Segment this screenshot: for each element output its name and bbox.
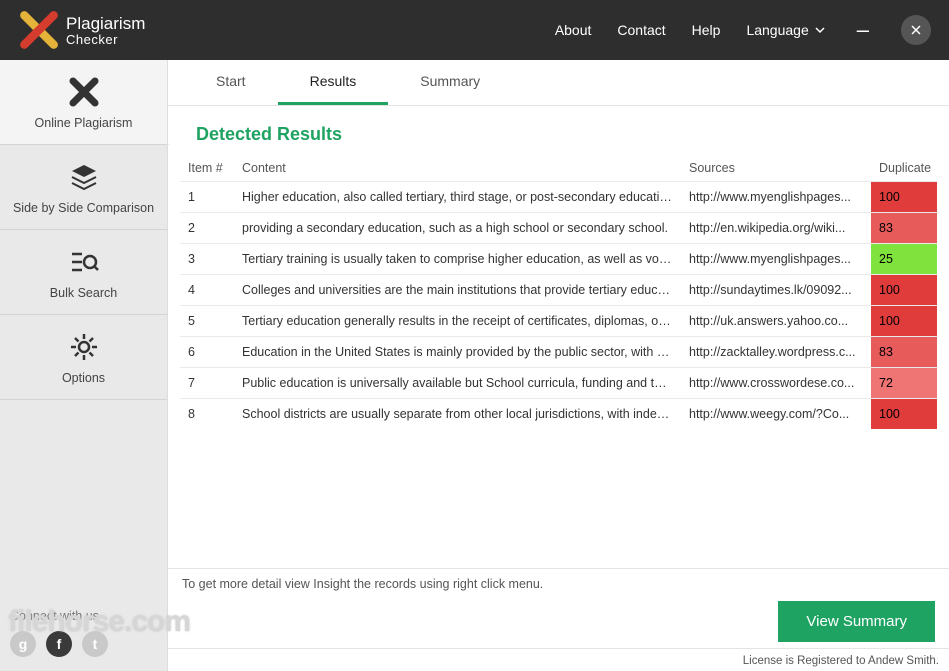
sidebar-item-label: Online Plagiarism bbox=[6, 116, 161, 130]
hint-text: To get more detail view Insight the reco… bbox=[168, 569, 949, 595]
table-row[interactable]: 2providing a secondary education, such a… bbox=[180, 213, 937, 244]
close-icon bbox=[910, 24, 922, 36]
table-row[interactable]: 5Tertiary education generally results in… bbox=[180, 306, 937, 337]
cell-item: 2 bbox=[180, 213, 234, 244]
cell-item: 3 bbox=[180, 244, 234, 275]
cell-duplicate: 25 bbox=[871, 244, 937, 275]
sidebar-item-side-by-side[interactable]: Side by Side Comparison bbox=[0, 145, 167, 230]
cell-item: 4 bbox=[180, 275, 234, 306]
sidebar-item-online-plagiarism[interactable]: Online Plagiarism bbox=[0, 60, 170, 145]
tab-results[interactable]: Results bbox=[278, 60, 389, 105]
cell-duplicate: 83 bbox=[871, 213, 937, 244]
cell-item: 1 bbox=[180, 182, 234, 213]
tab-summary[interactable]: Summary bbox=[388, 60, 512, 105]
section-title: Detected Results bbox=[168, 106, 949, 157]
sidebar-item-label: Options bbox=[6, 371, 161, 385]
cell-duplicate: 100 bbox=[871, 182, 937, 213]
tab-start[interactable]: Start bbox=[184, 60, 278, 105]
help-link[interactable]: Help bbox=[692, 22, 721, 38]
tab-bar: Start Results Summary bbox=[168, 60, 949, 106]
sidebar-item-label: Side by Side Comparison bbox=[6, 201, 161, 215]
table-row[interactable]: 7Public education is universally availab… bbox=[180, 368, 937, 399]
gear-icon bbox=[68, 331, 100, 363]
app-name: Plagiarism Checker bbox=[66, 15, 145, 46]
cell-content: Higher education, also called tertiary, … bbox=[234, 182, 681, 213]
x-icon bbox=[68, 76, 100, 108]
main-content: Start Results Summary Detected Results I… bbox=[167, 60, 949, 671]
cell-item: 6 bbox=[180, 337, 234, 368]
twitter-icon[interactable]: t bbox=[82, 631, 108, 657]
logo-x-icon bbox=[18, 9, 60, 51]
results-table: Item # Content Sources Duplicate 1Higher… bbox=[180, 157, 937, 429]
cell-source: http://sundaytimes.lk/09092... bbox=[681, 275, 871, 306]
connect-label: Connect with us bbox=[10, 609, 157, 623]
connect-section: Connect with us g f t bbox=[0, 597, 167, 671]
cell-item: 5 bbox=[180, 306, 234, 337]
chevron-down-icon bbox=[815, 25, 825, 35]
cell-source: http://uk.answers.yahoo.co... bbox=[681, 306, 871, 337]
cell-duplicate: 100 bbox=[871, 275, 937, 306]
cell-source: http://www.myenglishpages... bbox=[681, 182, 871, 213]
sidebar-item-label: Bulk Search bbox=[6, 286, 161, 300]
sidebar: Online Plagiarism Side by Side Compariso… bbox=[0, 60, 167, 671]
sidebar-item-bulk-search[interactable]: Bulk Search bbox=[0, 230, 167, 315]
cell-source: http://www.myenglishpages... bbox=[681, 244, 871, 275]
col-header-item[interactable]: Item # bbox=[180, 157, 234, 182]
about-link[interactable]: About bbox=[555, 22, 592, 38]
cell-content: School districts are usually separate fr… bbox=[234, 399, 681, 430]
cell-content: Colleges and universities are the main i… bbox=[234, 275, 681, 306]
col-header-content[interactable]: Content bbox=[234, 157, 681, 182]
cell-source: http://www.crosswordese.co... bbox=[681, 368, 871, 399]
cell-content: Public education is universally availabl… bbox=[234, 368, 681, 399]
layers-icon bbox=[68, 161, 100, 193]
col-header-duplicate[interactable]: Duplicate bbox=[871, 157, 937, 182]
cell-source: http://en.wikipedia.org/wiki... bbox=[681, 213, 871, 244]
googleplus-icon[interactable]: g bbox=[10, 631, 36, 657]
top-navigation: About Contact Help Language – bbox=[555, 15, 931, 45]
cell-duplicate: 83 bbox=[871, 337, 937, 368]
cell-content: Tertiary education generally results in … bbox=[234, 306, 681, 337]
app-logo: Plagiarism Checker bbox=[18, 9, 145, 51]
table-row[interactable]: 4Colleges and universities are the main … bbox=[180, 275, 937, 306]
list-search-icon bbox=[68, 246, 100, 278]
minimize-button[interactable]: – bbox=[851, 17, 875, 43]
cell-duplicate: 100 bbox=[871, 306, 937, 337]
license-status: License is Registered to Andew Smith. bbox=[168, 648, 949, 671]
close-button[interactable] bbox=[901, 15, 931, 45]
cell-content: Education in the United States is mainly… bbox=[234, 337, 681, 368]
language-dropdown[interactable]: Language bbox=[746, 22, 824, 38]
table-row[interactable]: 8School districts are usually separate f… bbox=[180, 399, 937, 430]
table-row[interactable]: 1Higher education, also called tertiary,… bbox=[180, 182, 937, 213]
cell-source: http://www.weegy.com/?Co... bbox=[681, 399, 871, 430]
facebook-icon[interactable]: f bbox=[46, 631, 72, 657]
cell-content: providing a secondary education, such as… bbox=[234, 213, 681, 244]
cell-duplicate: 72 bbox=[871, 368, 937, 399]
cell-item: 8 bbox=[180, 399, 234, 430]
col-header-sources[interactable]: Sources bbox=[681, 157, 871, 182]
table-row[interactable]: 3Tertiary training is usually taken to c… bbox=[180, 244, 937, 275]
cell-item: 7 bbox=[180, 368, 234, 399]
titlebar: Plagiarism Checker About Contact Help La… bbox=[0, 0, 949, 60]
sidebar-item-options[interactable]: Options bbox=[0, 315, 167, 400]
view-summary-button[interactable]: View Summary bbox=[778, 601, 935, 642]
cell-source: http://zacktalley.wordpress.c... bbox=[681, 337, 871, 368]
cell-content: Tertiary training is usually taken to co… bbox=[234, 244, 681, 275]
cell-duplicate: 100 bbox=[871, 399, 937, 430]
table-row[interactable]: 6Education in the United States is mainl… bbox=[180, 337, 937, 368]
contact-link[interactable]: Contact bbox=[617, 22, 665, 38]
